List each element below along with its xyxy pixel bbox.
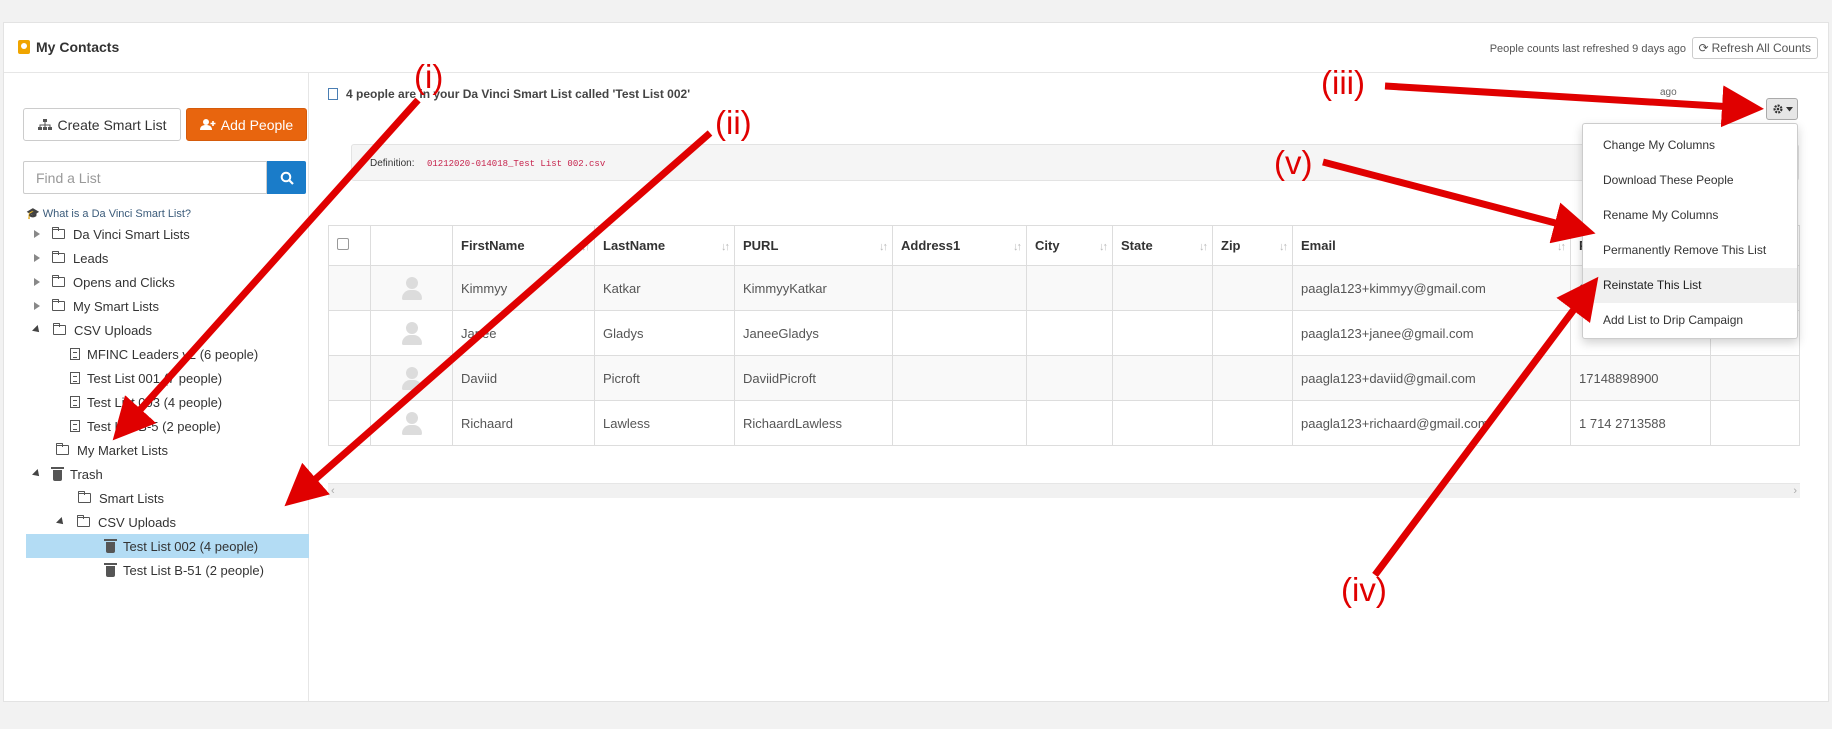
annotation-arrow-ii (284, 130, 713, 507)
annotation-label-ii: (ii) (715, 104, 752, 141)
annotation-arrow-iii (1384, 82, 1764, 128)
annotation-label-v: (v) (1274, 144, 1313, 181)
annotation-overlay (112, 82, 1764, 578)
annotation-arrow-iv (1372, 276, 1599, 578)
annotation-label-iii: (iii) (1321, 64, 1365, 101)
annotation-label-iv: (iv) (1341, 571, 1387, 608)
annotation-arrow-i (112, 97, 421, 441)
annotation-label-i: (i) (414, 58, 444, 95)
annotation-arrow-v (1322, 158, 1596, 244)
